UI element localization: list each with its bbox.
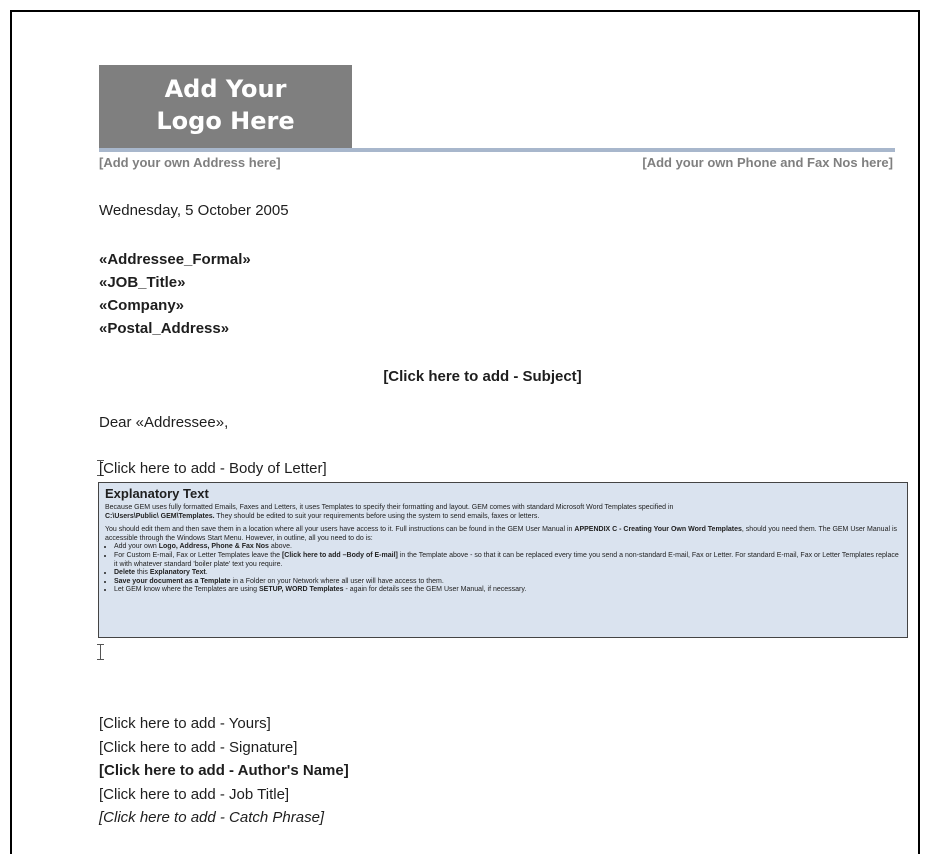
logo-line-1: Add Your (164, 75, 287, 103)
header-rule (99, 148, 895, 152)
logo-placeholder[interactable]: Add Your Logo Here (99, 65, 352, 149)
merge-field-company[interactable]: «Company» (99, 294, 251, 317)
body-placeholder[interactable]: [Click here to add - Body of Letter] (99, 460, 327, 477)
salutation[interactable]: Dear «Addressee», (99, 414, 228, 431)
yours-placeholder[interactable]: [Click here to add - Yours] (99, 712, 349, 736)
appendix-ref: APPENDIX C - Creating Your Own Word Temp… (574, 526, 742, 534)
explanatory-para-2: You should edit them and then save them … (105, 526, 901, 543)
job-title-placeholder[interactable]: [Click here to add - Job Title] (99, 783, 349, 807)
recipient-block: «Addressee_Formal» «JOB_Title» «Company»… (99, 248, 251, 340)
explanatory-para-1: Because GEM uses fully formatted Emails,… (105, 504, 901, 521)
para2-text: You should edit them and then save them … (105, 526, 575, 534)
phone-fax-placeholder[interactable]: [Add your own Phone and Fax Nos here] (642, 155, 893, 170)
para1-text: Because GEM uses fully formatted Emails,… (105, 504, 674, 511)
list-item: Delete this Explanatory Text. (114, 569, 901, 578)
templates-path: C:\Users\Public\ GEM\Templates. (105, 512, 215, 520)
list-item: Save your document as a Template in a Fo… (114, 578, 901, 587)
list-item: Let GEM know where the Templates are usi… (114, 586, 901, 595)
signature-placeholder[interactable]: [Click here to add - Signature] (99, 736, 349, 760)
list-item: Add your own Logo, Address, Phone & Fax … (114, 543, 901, 552)
document-page: Add Your Logo Here [Add your own Address… (10, 10, 920, 854)
author-name-placeholder[interactable]: [Click here to add - Author's Name] (99, 759, 349, 783)
para1-tail: They should be edited to suit your requi… (214, 512, 540, 520)
instructions-list: Add your own Logo, Address, Phone & Fax … (105, 543, 901, 595)
closing-block: [Click here to add - Yours] [Click here … (99, 712, 349, 830)
subject-placeholder[interactable]: [Click here to add - Subject] (12, 368, 918, 385)
explanatory-text-box[interactable]: Explanatory Text Because GEM uses fully … (98, 482, 908, 638)
merge-field-job-title[interactable]: «JOB_Title» (99, 271, 251, 294)
merge-field-postal-address[interactable]: «Postal_Address» (99, 317, 251, 340)
merge-field-addressee-formal[interactable]: «Addressee_Formal» (99, 248, 251, 271)
letter-date[interactable]: Wednesday, 5 October 2005 (99, 202, 289, 219)
catch-phrase-placeholder[interactable]: [Click here to add - Catch Phrase] (99, 806, 349, 830)
text-cursor-icon (97, 644, 108, 660)
address-placeholder[interactable]: [Add your own Address here] (99, 155, 281, 170)
explanatory-heading: Explanatory Text (105, 486, 209, 501)
logo-line-2: Logo Here (156, 107, 295, 135)
list-item: For Custom E-mail, Fax or Letter Templat… (114, 552, 901, 569)
